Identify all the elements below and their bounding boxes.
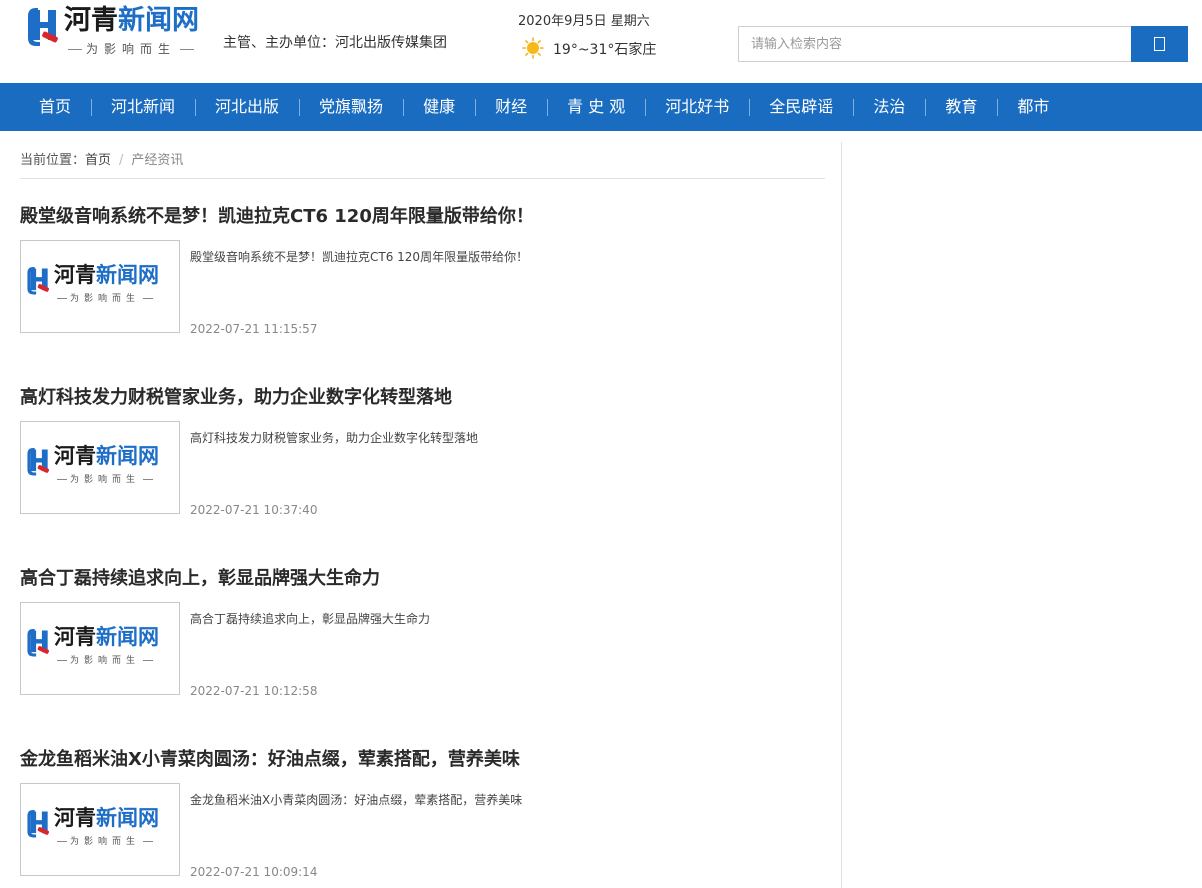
thumbnail-name-part2: 新闻网 bbox=[96, 444, 159, 468]
date-text: 2020年9月5日 星期六 bbox=[518, 14, 650, 29]
article-time: 2022-07-21 10:12:58 bbox=[190, 684, 318, 698]
nav-link[interactable]: 河北好书 bbox=[645, 83, 749, 131]
article-thumbnail[interactable]: 河青新闻网 为影响而生 bbox=[20, 783, 180, 876]
nav-item-city[interactable]: 都市 bbox=[997, 83, 1069, 131]
thumbnail-name-part1: 河青 bbox=[54, 625, 96, 649]
nav-item-hebei-publishing[interactable]: 河北出版 bbox=[195, 83, 299, 131]
nav-link[interactable]: 全民辟谣 bbox=[749, 83, 853, 131]
nav-link[interactable]: 青 史 观 bbox=[547, 83, 645, 131]
nav-link[interactable]: 法治 bbox=[853, 83, 925, 131]
thumbnail-name-part2: 新闻网 bbox=[96, 263, 159, 287]
nav-item-hebei-news[interactable]: 河北新闻 bbox=[91, 83, 195, 131]
nav-item-health[interactable]: 健康 bbox=[403, 83, 475, 131]
article-title[interactable]: 高灯科技发力财税管家业务，助力企业数字化转型落地 bbox=[20, 385, 452, 411]
article-time: 2022-07-21 10:09:14 bbox=[190, 865, 318, 879]
thumbnail-slogan: 为影响而生 bbox=[54, 653, 156, 666]
thumbnail-wordmark: 河青新闻网 bbox=[54, 804, 159, 832]
article-summary: 金龙鱼稻米油X小青菜肉圆汤：好油点缀，荤素搭配，营养美味 bbox=[190, 793, 523, 807]
logo-mark-icon bbox=[27, 267, 50, 295]
thumbnail-wordmark: 河青新闻网 bbox=[54, 623, 159, 651]
article-summary: 高灯科技发力财税管家业务，助力企业数字化转型落地 bbox=[190, 431, 479, 445]
article-summary: 殿堂级音响系统不是梦！凯迪拉克CT6 120周年限量版带给你！ bbox=[190, 250, 529, 264]
breadcrumb-separator: / bbox=[119, 153, 124, 168]
thumbnail-slogan: 为影响而生 bbox=[54, 291, 156, 304]
article-summary: 高合丁磊持续追求向上，彰显品牌强大生命力 bbox=[190, 612, 431, 626]
article-item: 高合丁磊持续追求向上，彰显品牌强大生命力 河青新闻网 为影响而生 高合丁磊持续追… bbox=[20, 566, 825, 726]
sponsor-text: 主管、主办单位：河北出版传媒集团 bbox=[223, 35, 447, 51]
thumbnail-wordmark: 河青新闻网 bbox=[54, 261, 159, 289]
article-time: 2022-07-21 11:15:57 bbox=[190, 322, 318, 336]
thumbnail-name-part1: 河青 bbox=[54, 263, 96, 287]
article-item: 殿堂级音响系统不是梦！凯迪拉克CT6 120周年限量版带给你！ 河青新闻网 为影… bbox=[20, 204, 825, 364]
site-header: 河青新闻网 为影响而生 主管、主办单位：河北出版传媒集团 2020年9月5日 星… bbox=[0, 0, 1202, 83]
logo-name-part1: 河青 bbox=[64, 5, 118, 36]
nav-link[interactable]: 都市 bbox=[997, 83, 1069, 131]
thumbnail-name-part2: 新闻网 bbox=[96, 625, 159, 649]
article-item: 高灯科技发力财税管家业务，助力企业数字化转型落地 河青新闻网 为影响而生 高灯科… bbox=[20, 385, 825, 545]
search-box bbox=[738, 26, 1188, 62]
article-time: 2022-07-21 10:37:40 bbox=[190, 503, 318, 517]
breadcrumb-current: 产经资讯 bbox=[131, 153, 184, 168]
article-thumbnail[interactable]: 河青新闻网 为影响而生 bbox=[20, 421, 180, 514]
search-button[interactable] bbox=[1131, 26, 1188, 62]
sidebar-divider bbox=[841, 142, 842, 888]
logo-wordmark: 河青新闻网 bbox=[64, 4, 199, 38]
nav-link[interactable]: 财经 bbox=[475, 83, 547, 131]
thumbnail-logo: 河青新闻网 为影响而生 bbox=[26, 261, 176, 311]
thumbnail-wordmark: 河青新闻网 bbox=[54, 442, 159, 470]
logo-mark-icon bbox=[27, 810, 50, 838]
nav-link[interactable]: 健康 bbox=[403, 83, 475, 131]
thumbnail-slogan: 为影响而生 bbox=[54, 834, 156, 847]
nav-item-law[interactable]: 法治 bbox=[853, 83, 925, 131]
nav-item-history[interactable]: 青 史 观 bbox=[547, 83, 645, 131]
logo-mark-icon bbox=[27, 448, 50, 476]
article-title[interactable]: 高合丁磊持续追求向上，彰显品牌强大生命力 bbox=[20, 566, 380, 592]
article-item: 金龙鱼稻米油X小青菜肉圆汤：好油点缀，荤素搭配，营养美味 河青新闻网 为影响而生… bbox=[20, 747, 825, 888]
thumbnail-name-part1: 河青 bbox=[54, 444, 96, 468]
logo-name-part2: 新闻网 bbox=[118, 5, 199, 36]
thumbnail-name-part1: 河青 bbox=[54, 806, 96, 830]
thumbnail-name-part2: 新闻网 bbox=[96, 806, 159, 830]
nav-link[interactable]: 党旗飘扬 bbox=[299, 83, 403, 131]
nav-link[interactable]: 首页 bbox=[19, 83, 91, 131]
article-thumbnail[interactable]: 河青新闻网 为影响而生 bbox=[20, 602, 180, 695]
nav-item-finance[interactable]: 财经 bbox=[475, 83, 547, 131]
article-title[interactable]: 金龙鱼稻米油X小青菜肉圆汤：好油点缀，荤素搭配，营养美味 bbox=[20, 747, 520, 773]
search-input[interactable] bbox=[738, 26, 1131, 62]
article-thumbnail[interactable]: 河青新闻网 为影响而生 bbox=[20, 240, 180, 333]
nav-link[interactable]: 河北出版 bbox=[195, 83, 299, 131]
nav-item-education[interactable]: 教育 bbox=[925, 83, 997, 131]
thumbnail-slogan: 为影响而生 bbox=[54, 472, 156, 485]
nav-item-rumor-refute[interactable]: 全民辟谣 bbox=[749, 83, 853, 131]
search-icon bbox=[1154, 37, 1165, 51]
nav-item-party-flag[interactable]: 党旗飘扬 bbox=[299, 83, 403, 131]
site-logo[interactable]: 河青新闻网 为影响而生 bbox=[26, 4, 216, 60]
weather-text: 19°~31°石家庄 bbox=[553, 42, 657, 58]
article-title[interactable]: 殿堂级音响系统不是梦！凯迪拉克CT6 120周年限量版带给你！ bbox=[20, 204, 534, 230]
breadcrumb: 当前位置：首页 / 产经资讯 bbox=[20, 149, 825, 179]
article-list-column: 当前位置：首页 / 产经资讯 殿堂级音响系统不是梦！凯迪拉克CT6 120周年限量版… bbox=[20, 131, 825, 888]
nav-item-home[interactable]: 首页 bbox=[19, 83, 91, 131]
breadcrumb-home-link[interactable]: 首页 bbox=[85, 153, 111, 168]
nav-item-good-books[interactable]: 河北好书 bbox=[645, 83, 749, 131]
main-nav: 首页 河北新闻 河北出版 党旗飘扬 健康 财经 青 史 观 河北好书 全民辟谣 … bbox=[0, 83, 1202, 131]
thumbnail-logo: 河青新闻网 为影响而生 bbox=[26, 804, 176, 854]
logo-mark-icon bbox=[28, 8, 58, 46]
logo-slogan: 为影响而生 bbox=[64, 40, 198, 57]
breadcrumb-prefix: 当前位置： bbox=[20, 153, 86, 168]
nav-link[interactable]: 河北新闻 bbox=[91, 83, 195, 131]
thumbnail-logo: 河青新闻网 为影响而生 bbox=[26, 623, 176, 673]
nav-link[interactable]: 教育 bbox=[925, 83, 997, 131]
sun-icon bbox=[522, 37, 544, 59]
thumbnail-logo: 河青新闻网 为影响而生 bbox=[26, 442, 176, 492]
logo-mark-icon bbox=[27, 629, 50, 657]
